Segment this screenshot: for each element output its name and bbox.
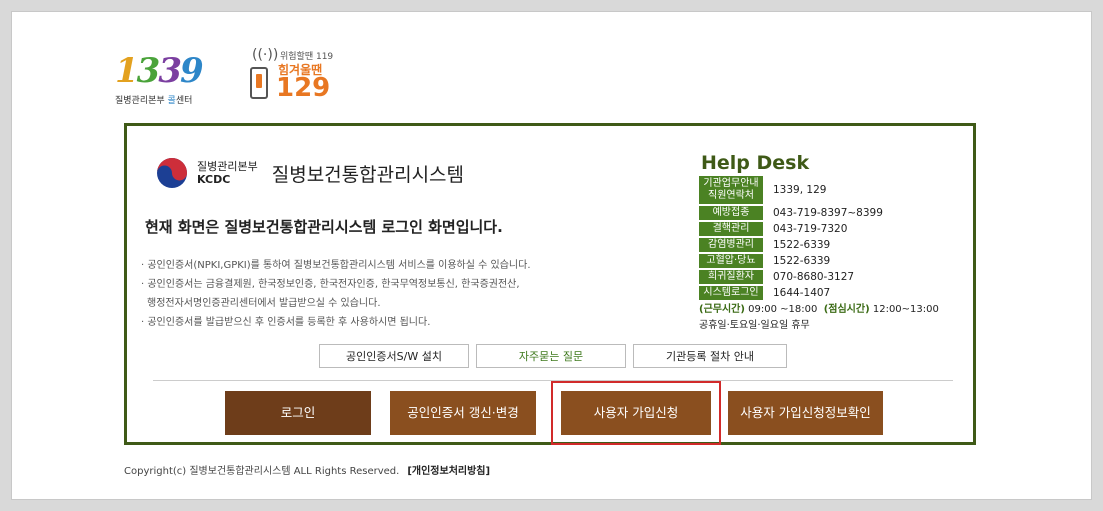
signup-status-check-button[interactable]: 사용자 가입신청정보확인 xyxy=(728,391,883,435)
help-value: 070-8680-3127 xyxy=(773,271,855,283)
help-value: 043-719-8397~8399 xyxy=(773,207,883,219)
help-label: 결핵관리 xyxy=(699,222,763,236)
note-line: · 공인인증서는 금융결제원, 한국정보인증, 한국전자인증, 한국무역정보통신… xyxy=(141,279,520,290)
signal-icon: ((·)) xyxy=(252,47,279,63)
help-label: 고혈압·당뇨 xyxy=(699,254,763,268)
help-row: 고혈압·당뇨 1522-6339 xyxy=(699,254,969,268)
hotline-129-number: 129 xyxy=(276,73,331,103)
help-label: 희귀질환자 xyxy=(699,270,763,284)
hotline-1339-number: 1339 xyxy=(115,51,204,91)
help-value: 1522-6339 xyxy=(773,239,831,251)
quick-links: 공인인증서S/W 설치 자주묻는 질문 기관등록 절차 안내 xyxy=(319,344,794,368)
kcdc-brand: 질병관리본부 KCDC 질병보건통합관리시스템 xyxy=(155,156,464,190)
help-value: 043-719-7320 xyxy=(773,223,848,235)
help-desk-title: Help Desk xyxy=(701,152,810,174)
hotline-1339-caption: 질병관리본부 콜센터 xyxy=(115,96,193,106)
copyright-text: Copyright(c) 질병보건통합관리시스템 ALL Rights Rese… xyxy=(124,466,400,477)
hotline-1339-logo[interactable]: 1339 질병관리본부 콜센터 xyxy=(115,53,225,106)
help-row: 감염병관리 1522-6339 xyxy=(699,238,969,252)
faq-link[interactable]: 자주묻는 질문 xyxy=(476,344,626,368)
help-row: 시스템로그인 1644-1407 xyxy=(699,286,969,300)
signup-request-button[interactable]: 사용자 가입신청 xyxy=(561,391,711,435)
help-value: 1339, 129 xyxy=(773,184,827,196)
install-certificate-sw-link[interactable]: 공인인증서S/W 설치 xyxy=(319,344,469,368)
note-line: · 공인인증서를 발급받으신 후 인증서를 등록한 후 사용하시면 됩니다. xyxy=(141,317,431,328)
system-title: 질병보건통합관리시스템 xyxy=(271,163,465,186)
note-line: · 공인인증서(NPKI,GPKI)를 통하여 질병보건통합관리시스템 서비스를… xyxy=(141,260,531,271)
help-row: 기관업무안내 직원연락처 1339, 129 xyxy=(699,176,969,204)
phone-icon xyxy=(250,67,268,99)
footer: Copyright(c) 질병보건통합관리시스템 ALL Rights Rese… xyxy=(124,462,490,477)
working-hours: (근무시간) 09:00 ~18:00 (점심시간) 12:00~13:00 xyxy=(699,304,939,315)
help-label: 예방접종 xyxy=(699,206,763,220)
privacy-policy-link[interactable]: [개인정보처리방침] xyxy=(407,466,490,477)
help-row: 예방접종 043-719-8397~8399 xyxy=(699,206,969,220)
help-label: 감염병관리 xyxy=(699,238,763,252)
help-row: 희귀질환자 070-8680-3127 xyxy=(699,270,969,284)
help-value: 1644-1407 xyxy=(773,287,831,299)
note-line: 행정전자서명인증관리센터에서 발급받으실 수 있습니다. xyxy=(147,298,381,309)
kcdc-name: 질병관리본부 KCDC xyxy=(197,160,258,186)
hotline-129-logo[interactable]: ((·)) 위험할땐 119 힘겨울땐 129 xyxy=(250,45,360,115)
holiday-notice: 공휴일·토요일·일요일 휴무 xyxy=(699,320,810,331)
help-row: 결핵관리 043-719-7320 xyxy=(699,222,969,236)
help-desk: Help Desk 기관업무안내 직원연락처 1339, 129 예방접종 04… xyxy=(699,152,969,332)
renew-certificate-button[interactable]: 공인인증서 갱신·변경 xyxy=(390,391,536,435)
help-label: 시스템로그인 xyxy=(699,286,763,300)
page-headline: 현재 화면은 질병보건통합관리시스템 로그인 화면입니다. xyxy=(145,218,503,236)
taegeuk-emblem-icon xyxy=(155,156,189,190)
help-value: 1522-6339 xyxy=(773,255,831,267)
registration-guide-link[interactable]: 기관등록 절차 안내 xyxy=(633,344,787,368)
certificate-notes: · 공인인증서(NPKI,GPKI)를 통하여 질병보건통합관리시스템 서비스를… xyxy=(141,256,531,332)
login-button[interactable]: 로그인 xyxy=(225,391,371,435)
login-panel: 질병관리본부 KCDC 질병보건통합관리시스템 현재 화면은 질병보건통합관리시… xyxy=(124,123,976,445)
help-label: 기관업무안내 직원연락처 xyxy=(699,176,763,204)
